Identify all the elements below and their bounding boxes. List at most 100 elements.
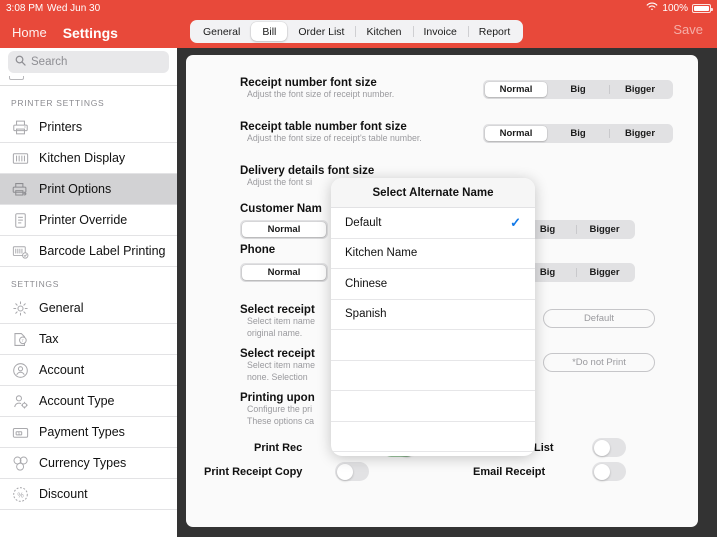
toggle-label-print-receipt-copy: Print Receipt Copy — [204, 466, 303, 478]
tab-report[interactable]: Report — [467, 22, 522, 41]
alternate-name-button-default[interactable]: Default — [543, 309, 655, 328]
alternate-name-button-do-not-print[interactable]: *Do not Print — [543, 353, 655, 372]
toggle-print-receipt-copy[interactable] — [335, 462, 369, 481]
checkmark-icon: ✓ — [510, 214, 521, 230]
sidebar-item-label: Tax — [39, 332, 59, 346]
modal-option-label: Spanish — [345, 308, 387, 321]
payment-icon: $ — [11, 423, 30, 442]
kitchen-display-icon — [11, 149, 30, 168]
row-subtitle-line2: These options ca — [247, 415, 314, 426]
modal-title: Select Alternate Name — [372, 186, 494, 199]
sidebar-item-label: Account Type — [39, 394, 115, 408]
settings-tab-bar[interactable]: General Bill Order List Kitchen Invoice … — [190, 20, 524, 43]
row-subtitle-line1: Select item name — [247, 360, 315, 370]
sidebar-item-label: Currency Types — [39, 456, 127, 470]
status-bar: 3:08 PM Wed Jun 30 100% — [0, 0, 717, 17]
modal-option-empty-4 — [331, 422, 535, 452]
tab-kitchen[interactable]: Kitchen — [355, 22, 412, 41]
svg-text:%: % — [17, 491, 24, 499]
account-type-icon — [11, 392, 30, 411]
battery-percentage: 100% — [662, 3, 688, 14]
toggle-email-receipt[interactable] — [592, 462, 626, 481]
toggle-list[interactable] — [592, 438, 626, 457]
gear-icon — [11, 299, 30, 318]
modal-option-label: Kitchen Name — [345, 247, 418, 260]
option-normal[interactable]: Normal — [242, 265, 326, 280]
tab-order-list[interactable]: Order List — [287, 22, 355, 41]
font-size-selector-phone-left[interactable]: Normal — [240, 263, 328, 282]
modal-option-empty-3 — [331, 391, 535, 422]
font-size-selector-receipt-number[interactable]: Normal Big Bigger — [483, 80, 673, 99]
option-bigger[interactable]: Bigger — [576, 222, 633, 237]
sidebar-item-currency-types[interactable]: Currency Types — [0, 448, 177, 479]
tax-icon: T — [11, 330, 30, 349]
wifi-icon — [646, 0, 658, 17]
tab-bill[interactable]: Bill — [251, 22, 288, 41]
sidebar-item-partial-above[interactable] — [0, 76, 177, 86]
sidebar-title: Settings — [62, 24, 118, 41]
sidebar-item-label: Kitchen Display — [39, 151, 126, 165]
option-normal[interactable]: Normal — [485, 126, 547, 141]
option-normal[interactable]: Normal — [485, 82, 547, 97]
discount-icon: % — [11, 485, 30, 504]
row-subtitle: Adjust the font size of receipt number. — [247, 89, 395, 99]
option-big[interactable]: Big — [547, 126, 609, 141]
modal-option-kitchen-name[interactable]: Kitchen Name — [331, 239, 535, 269]
sidebar-item-print-options[interactable]: Print Options — [0, 174, 177, 205]
status-bar-time: 3:08 PM — [6, 3, 44, 14]
search-placeholder: Search — [31, 56, 68, 68]
sidebar-item-label: Discount — [39, 487, 88, 501]
row-title: Phone — [240, 244, 276, 256]
barcode-icon — [11, 242, 30, 261]
font-size-selector-receipt-table-number[interactable]: Normal Big Bigger — [483, 124, 673, 143]
option-big[interactable]: Big — [547, 82, 609, 97]
row-title: Customer Nam — [240, 203, 322, 215]
sidebar-item-label: Print Options — [39, 182, 112, 196]
sidebar-item-discount[interactable]: % Discount — [0, 479, 177, 510]
tab-invoice[interactable]: Invoice — [412, 22, 468, 41]
sidebar-item-kitchen-display[interactable]: Kitchen Display — [0, 143, 177, 174]
row-title: Select receipt — [240, 348, 315, 360]
select-alternate-name-modal[interactable]: Select Alternate Name Default ✓ Kitchen … — [331, 178, 535, 456]
modal-option-default[interactable]: Default ✓ — [331, 208, 535, 239]
row-title: Printing upon — [240, 392, 315, 404]
save-button[interactable]: Save — [673, 22, 703, 37]
sidebar-item-label: Printers — [39, 120, 83, 134]
document-icon — [11, 211, 30, 230]
modal-option-spanish[interactable]: Spanish — [331, 300, 535, 330]
search-input[interactable]: Search — [8, 51, 169, 73]
sidebar-section-header-settings: SETTINGS — [11, 279, 60, 289]
toggle-label-print-receipt: Print Rec — [254, 442, 303, 454]
sidebar-scroll-list[interactable]: PRINTER SETTINGS Printers Kitchen Displa… — [0, 86, 177, 537]
row-subtitle-line1: Configure the pri — [247, 404, 313, 414]
option-bigger[interactable]: Bigger — [576, 265, 633, 280]
row-subtitle-line2: none. Selection — [247, 371, 308, 382]
ipad-settings-screen: Home Settings Search PRINTER SETTINGS Pr… — [0, 0, 717, 537]
sidebar-item-account[interactable]: Account — [0, 355, 177, 386]
modal-option-chinese[interactable]: Chinese — [331, 269, 535, 300]
partial-icon — [9, 76, 24, 80]
sidebar-item-payment-types[interactable]: $ Payment Types — [0, 417, 177, 448]
row-subtitle: Adjust the font size of receipt's table … — [247, 133, 422, 143]
sidebar-item-tax[interactable]: T Tax — [0, 324, 177, 355]
modal-header: Select Alternate Name — [331, 178, 535, 208]
option-normal[interactable]: Normal — [242, 222, 326, 237]
tab-general[interactable]: General — [192, 22, 251, 41]
printer-icon — [11, 118, 30, 137]
toggle-label-email-receipt: Email Receipt — [473, 466, 546, 478]
font-size-selector-customer-name-left[interactable]: Normal — [240, 220, 328, 239]
sidebar-section-header-printer: PRINTER SETTINGS — [11, 98, 105, 108]
sidebar-item-barcode-label-printing[interactable]: Barcode Label Printing — [0, 236, 177, 267]
print-options-icon — [11, 180, 30, 199]
search-container: Search — [0, 48, 177, 76]
sidebar-item-general[interactable]: General — [0, 293, 177, 324]
home-back-button[interactable]: Home — [12, 25, 47, 40]
sidebar-item-account-type[interactable]: Account Type — [0, 386, 177, 417]
modal-option-label: Chinese — [345, 277, 388, 290]
row-title: Receipt table number font size — [240, 121, 407, 133]
option-bigger[interactable]: Bigger — [609, 126, 671, 141]
option-bigger[interactable]: Bigger — [609, 82, 671, 97]
sidebar-item-printer-override[interactable]: Printer Override — [0, 205, 177, 236]
sidebar-item-label: General — [39, 301, 84, 315]
sidebar-item-printers[interactable]: Printers — [0, 112, 177, 143]
